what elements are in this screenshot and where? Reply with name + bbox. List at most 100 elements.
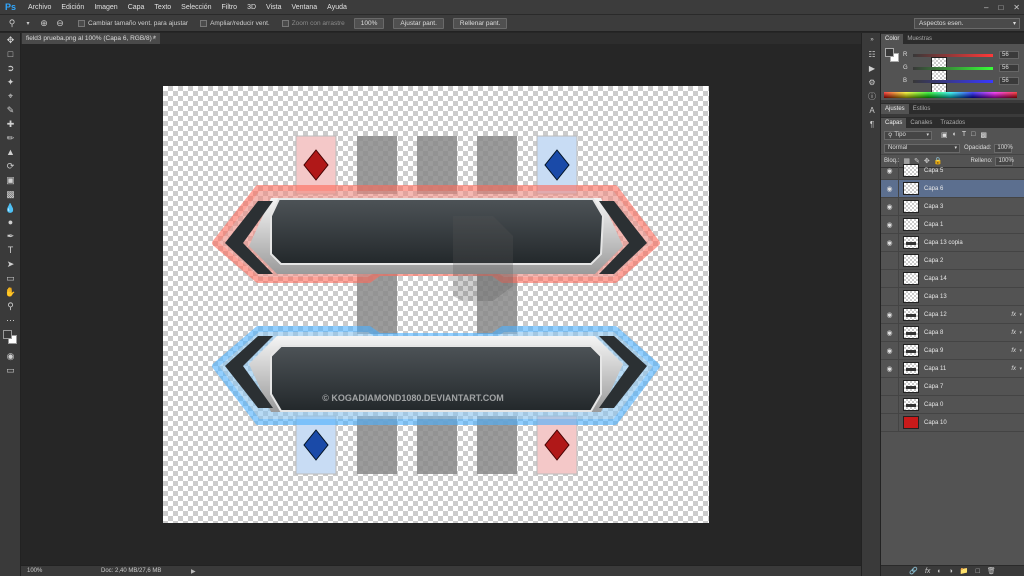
visibility-eye-icon[interactable]: ◉ (881, 305, 899, 324)
layer-name[interactable]: Capa 3 (924, 204, 943, 210)
layer-name[interactable]: Capa 0 (924, 402, 943, 408)
visibility-eye-icon[interactable]: ◉ (881, 323, 899, 342)
layer-name[interactable]: Capa 10 (924, 420, 947, 426)
visibility-eye-icon[interactable]: ◉ (881, 161, 899, 180)
chevron-down-icon[interactable]: ▾ (22, 17, 34, 29)
visibility-eye-icon[interactable]: ◉ (881, 197, 899, 216)
red-slider[interactable]: ▲ (913, 53, 993, 70)
zoom-in-icon[interactable]: ⊕ (38, 17, 50, 29)
layer-row[interactable]: ◉ Capa 3 (881, 197, 1024, 216)
menu-edicion[interactable]: Edición (56, 4, 89, 11)
type-filter-icon[interactable]: T (962, 131, 966, 139)
layer-thumbnail[interactable] (903, 218, 919, 231)
fx-icon[interactable]: fx (925, 568, 930, 575)
layer-thumbnail[interactable] (903, 308, 919, 321)
history-brush-icon[interactable]: ⟳ (0, 159, 21, 173)
minimize-icon[interactable]: – (984, 3, 988, 12)
layer-name[interactable]: Capa 1 (924, 222, 943, 228)
menu-seleccion[interactable]: Selección (176, 4, 216, 11)
hand-tool-icon[interactable]: ✋ (0, 285, 21, 299)
layer-effects-badge[interactable]: fx (1011, 330, 1016, 336)
chevron-down-icon[interactable]: ▾ (1019, 366, 1022, 372)
visibility-eye-icon[interactable] (881, 413, 899, 432)
layer-name[interactable]: Capa 13 copia (924, 240, 963, 246)
dodge-tool-icon[interactable]: ● (0, 215, 21, 229)
resize-windows-checkbox[interactable]: Cambiar tamaño vent. para ajustar (78, 19, 188, 27)
menu-texto[interactable]: Texto (149, 4, 176, 11)
quick-mask-icon[interactable]: ◉ (0, 349, 21, 363)
layer-row[interactable]: ◉ Capa 8 fx ▾ (881, 323, 1024, 342)
add-mask-icon[interactable]: ◐ (937, 568, 941, 575)
close-icon[interactable]: × (152, 35, 156, 42)
lasso-tool-icon[interactable]: ➲ (0, 61, 21, 75)
layer-thumbnail[interactable] (903, 362, 919, 375)
zoom-out-icon[interactable]: ⊖ (54, 17, 66, 29)
checkbox-box[interactable] (200, 19, 208, 27)
marquee-tool-icon[interactable]: □ (0, 47, 21, 61)
info-icon[interactable]: ⓘ (862, 89, 882, 103)
visibility-eye-icon[interactable] (881, 251, 899, 270)
collapse-icon[interactable]: » (862, 33, 882, 47)
layer-row[interactable]: ◉ Capa 6 (881, 179, 1024, 198)
move-tool-icon[interactable]: ✥ (0, 33, 21, 47)
workspace-select[interactable]: Aspectos esen. ▾ (914, 18, 1020, 29)
healing-brush-icon[interactable]: ✚ (0, 117, 21, 131)
layer-thumbnail[interactable] (903, 416, 919, 429)
more-tools-icon[interactable]: ⋯ (0, 313, 21, 327)
tab-styles[interactable]: Estilos (909, 104, 935, 114)
character-icon[interactable]: A (862, 103, 882, 117)
menu-capa[interactable]: Capa (123, 4, 150, 11)
layer-effects-badge[interactable]: fx (1011, 366, 1016, 372)
layer-row[interactable]: Capa 0 (881, 395, 1024, 414)
menu-vista[interactable]: Vista (261, 4, 286, 11)
layer-thumbnail[interactable] (903, 290, 919, 303)
visibility-eye-icon[interactable]: ◉ (881, 359, 899, 378)
group-folder-icon[interactable]: 📁 (960, 567, 969, 575)
zoom-tool-icon[interactable]: ⚲ (6, 17, 18, 29)
fill-screen-button[interactable]: Rellenar pant. (452, 17, 508, 29)
canvas-area[interactable]: © KOGADIAMOND1080.DEVIANTART.COM (21, 44, 861, 565)
properties-icon[interactable]: ⚙ (862, 75, 882, 89)
eraser-icon[interactable]: ▣ (0, 173, 21, 187)
menu-imagen[interactable]: Imagen (89, 4, 122, 11)
layer-row[interactable]: Capa 10 (881, 413, 1024, 432)
menu-3d[interactable]: 3D (242, 4, 261, 11)
blue-value-input[interactable]: 56 (999, 77, 1019, 85)
zoom-100-button[interactable]: 100% (353, 17, 385, 29)
green-slider[interactable]: ▲ (913, 66, 993, 83)
adjustment-layer-icon[interactable]: ◑ (949, 568, 953, 575)
layer-row[interactable]: ◉ Capa 9 fx ▾ (881, 341, 1024, 360)
tab-channels[interactable]: Canales (906, 118, 936, 128)
layer-thumbnail[interactable] (903, 164, 919, 177)
type-tool-icon[interactable]: T (0, 243, 21, 257)
layer-name[interactable]: Capa 14 (924, 276, 947, 282)
layer-row[interactable]: ◉ Capa 11 fx ▾ (881, 359, 1024, 378)
layer-effects-badge[interactable]: fx (1011, 348, 1016, 354)
close-icon[interactable]: ✕ (1013, 3, 1020, 12)
visibility-eye-icon[interactable]: ◉ (881, 233, 899, 252)
color-swatches[interactable] (0, 327, 21, 349)
actions-icon[interactable]: ▶ (862, 61, 882, 75)
tab-color[interactable]: Color (881, 34, 904, 44)
history-icon[interactable]: ☷ (862, 47, 882, 61)
stamp-tool-icon[interactable]: ▲ (0, 145, 21, 159)
green-value-input[interactable]: 56 (999, 64, 1019, 72)
chevron-down-icon[interactable]: ▾ (1019, 348, 1022, 354)
crop-tool-icon[interactable]: ⌖ (0, 89, 21, 103)
opacity-input[interactable]: 100% (994, 143, 1013, 153)
layer-thumbnail[interactable] (903, 236, 919, 249)
tab-paths[interactable]: Trazados (936, 118, 969, 128)
scrubby-zoom-checkbox[interactable]: Zoom con arrastre (281, 19, 345, 27)
menu-archivo[interactable]: Archivo (23, 4, 56, 11)
brush-tool-icon[interactable]: ✏ (0, 131, 21, 145)
visibility-eye-icon[interactable] (881, 269, 899, 288)
layer-row[interactable]: ◉ Capa 13 copia (881, 233, 1024, 252)
foreground-color-swatch[interactable] (885, 48, 894, 57)
layer-thumbnail[interactable] (903, 254, 919, 267)
maximize-icon[interactable]: □ (998, 3, 1003, 12)
layer-name[interactable]: Capa 5 (924, 168, 943, 174)
visibility-eye-icon[interactable] (881, 395, 899, 414)
layer-row[interactable]: Capa 13 (881, 287, 1024, 306)
play-icon[interactable]: ▶ (191, 568, 196, 575)
layer-thumbnail[interactable] (903, 380, 919, 393)
